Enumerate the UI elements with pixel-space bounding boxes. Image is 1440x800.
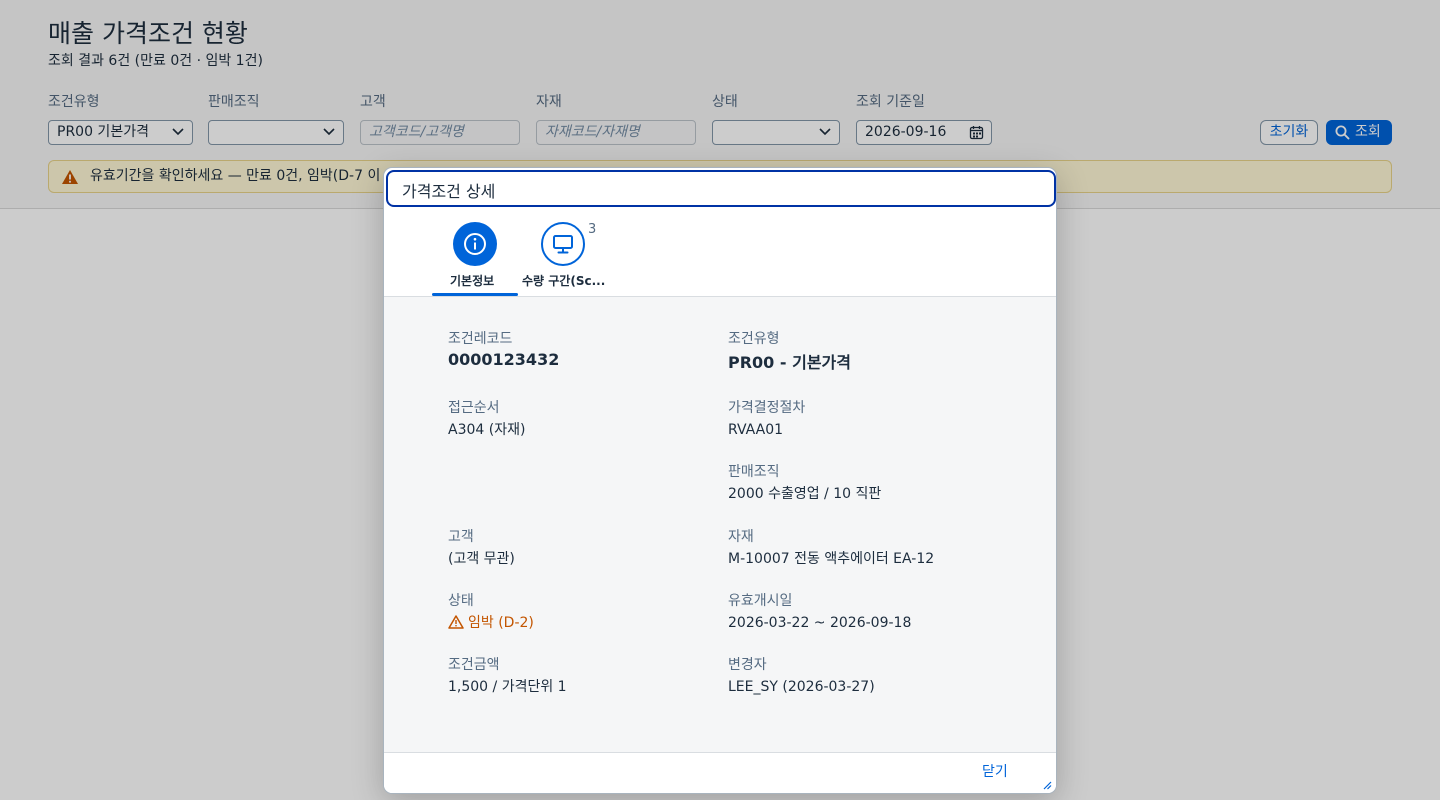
field-changed-by: 변경자 LEE_SY (2026-03-27) [728,656,875,696]
dialog-body: 조건레코드 0000123432 조건유형 PR00 - 기본가격 접근순서 A… [384,297,1056,753]
field-status: 상태 임박 (D-2) [448,592,534,632]
tab-selected-indicator [432,293,518,296]
field-condition-type: 조건유형 PR00 - 기본가격 [728,330,851,372]
info-icon [464,233,486,255]
dialog-tabbar: 기본정보 3 수량 구간(Sc... [384,208,1056,297]
field-label: 고객 [448,529,474,545]
field-value: RVAA01 [728,422,784,438]
field-label: 접근순서 [448,400,500,416]
field-access-sequence: 접근순서 A304 (자재) [448,399,525,439]
field-label: 조건금액 [448,657,500,673]
dialog-footer: 닫기 [384,753,1056,793]
tab-label: 수량 구간(Sc... [522,274,606,288]
field-material: 자재 M-10007 전동 액추에이터 EA-12 [728,528,934,568]
warning-icon [448,615,464,629]
field-record-code: 조건레코드 0000123432 [448,330,559,369]
field-value: 2026-03-22 ~ 2026-09-18 [728,615,912,631]
field-value: LEE_SY (2026-03-27) [728,679,875,695]
status-text: 임박 (D-2) [468,615,534,631]
field-customer: 고객 (고객 무관) [448,528,515,568]
field-value: PR00 - 기본가격 [728,353,851,372]
field-validity: 유효개시일 2026-03-22 ~ 2026-09-18 [728,592,911,632]
resize-handle-icon[interactable] [1042,780,1052,790]
field-label: 조건레코드 [448,331,513,347]
field-value: 0000123432 [448,350,560,369]
field-label: 판매조직 [728,464,780,480]
field-pricing-procedure: 가격결정절차 RVAA01 [728,399,805,439]
field-value: 2000 수출영업 / 10 직판 [728,486,882,502]
field-label: 변경자 [728,657,767,673]
tab-icon-circle [541,222,585,266]
field-value: (고객 무관) [448,551,515,567]
field-label: 유효개시일 [728,593,793,609]
close-button[interactable]: 닫기 [982,761,1008,781]
field-value: 1,500 / 가격단위 1 [448,679,567,695]
monitor-icon [553,235,573,254]
tab-quantity-scale[interactable]: 3 수량 구간(Sc... [522,208,612,296]
field-label: 가격결정절차 [728,400,806,416]
status-value: 임박 (D-2) [448,614,534,632]
field-label: 상태 [448,593,474,609]
field-value: M-10007 전동 액추에이터 EA-12 [728,551,935,567]
tab-icon-circle [453,222,497,266]
field-sales-org: 판매조직 2000 수출영업 / 10 직판 [728,463,881,503]
price-condition-dialog: 가격조건 상세 기본정보 3 수량 구간(Sc... 조건레코드 0000123… [383,167,1057,794]
tab-label: 기본정보 [450,274,495,288]
dialog-title: 가격조건 상세 [402,182,496,201]
dialog-header: 가격조건 상세 [386,170,1056,207]
field-amount: 조건금액 1,500 / 가격단위 1 [448,656,567,696]
tab-basic-info[interactable]: 기본정보 [432,208,518,296]
field-value: A304 (자재) [448,422,526,438]
tab-count-badge: 3 [588,222,597,237]
field-label: 자재 [728,529,754,545]
field-label: 조건유형 [728,331,780,347]
